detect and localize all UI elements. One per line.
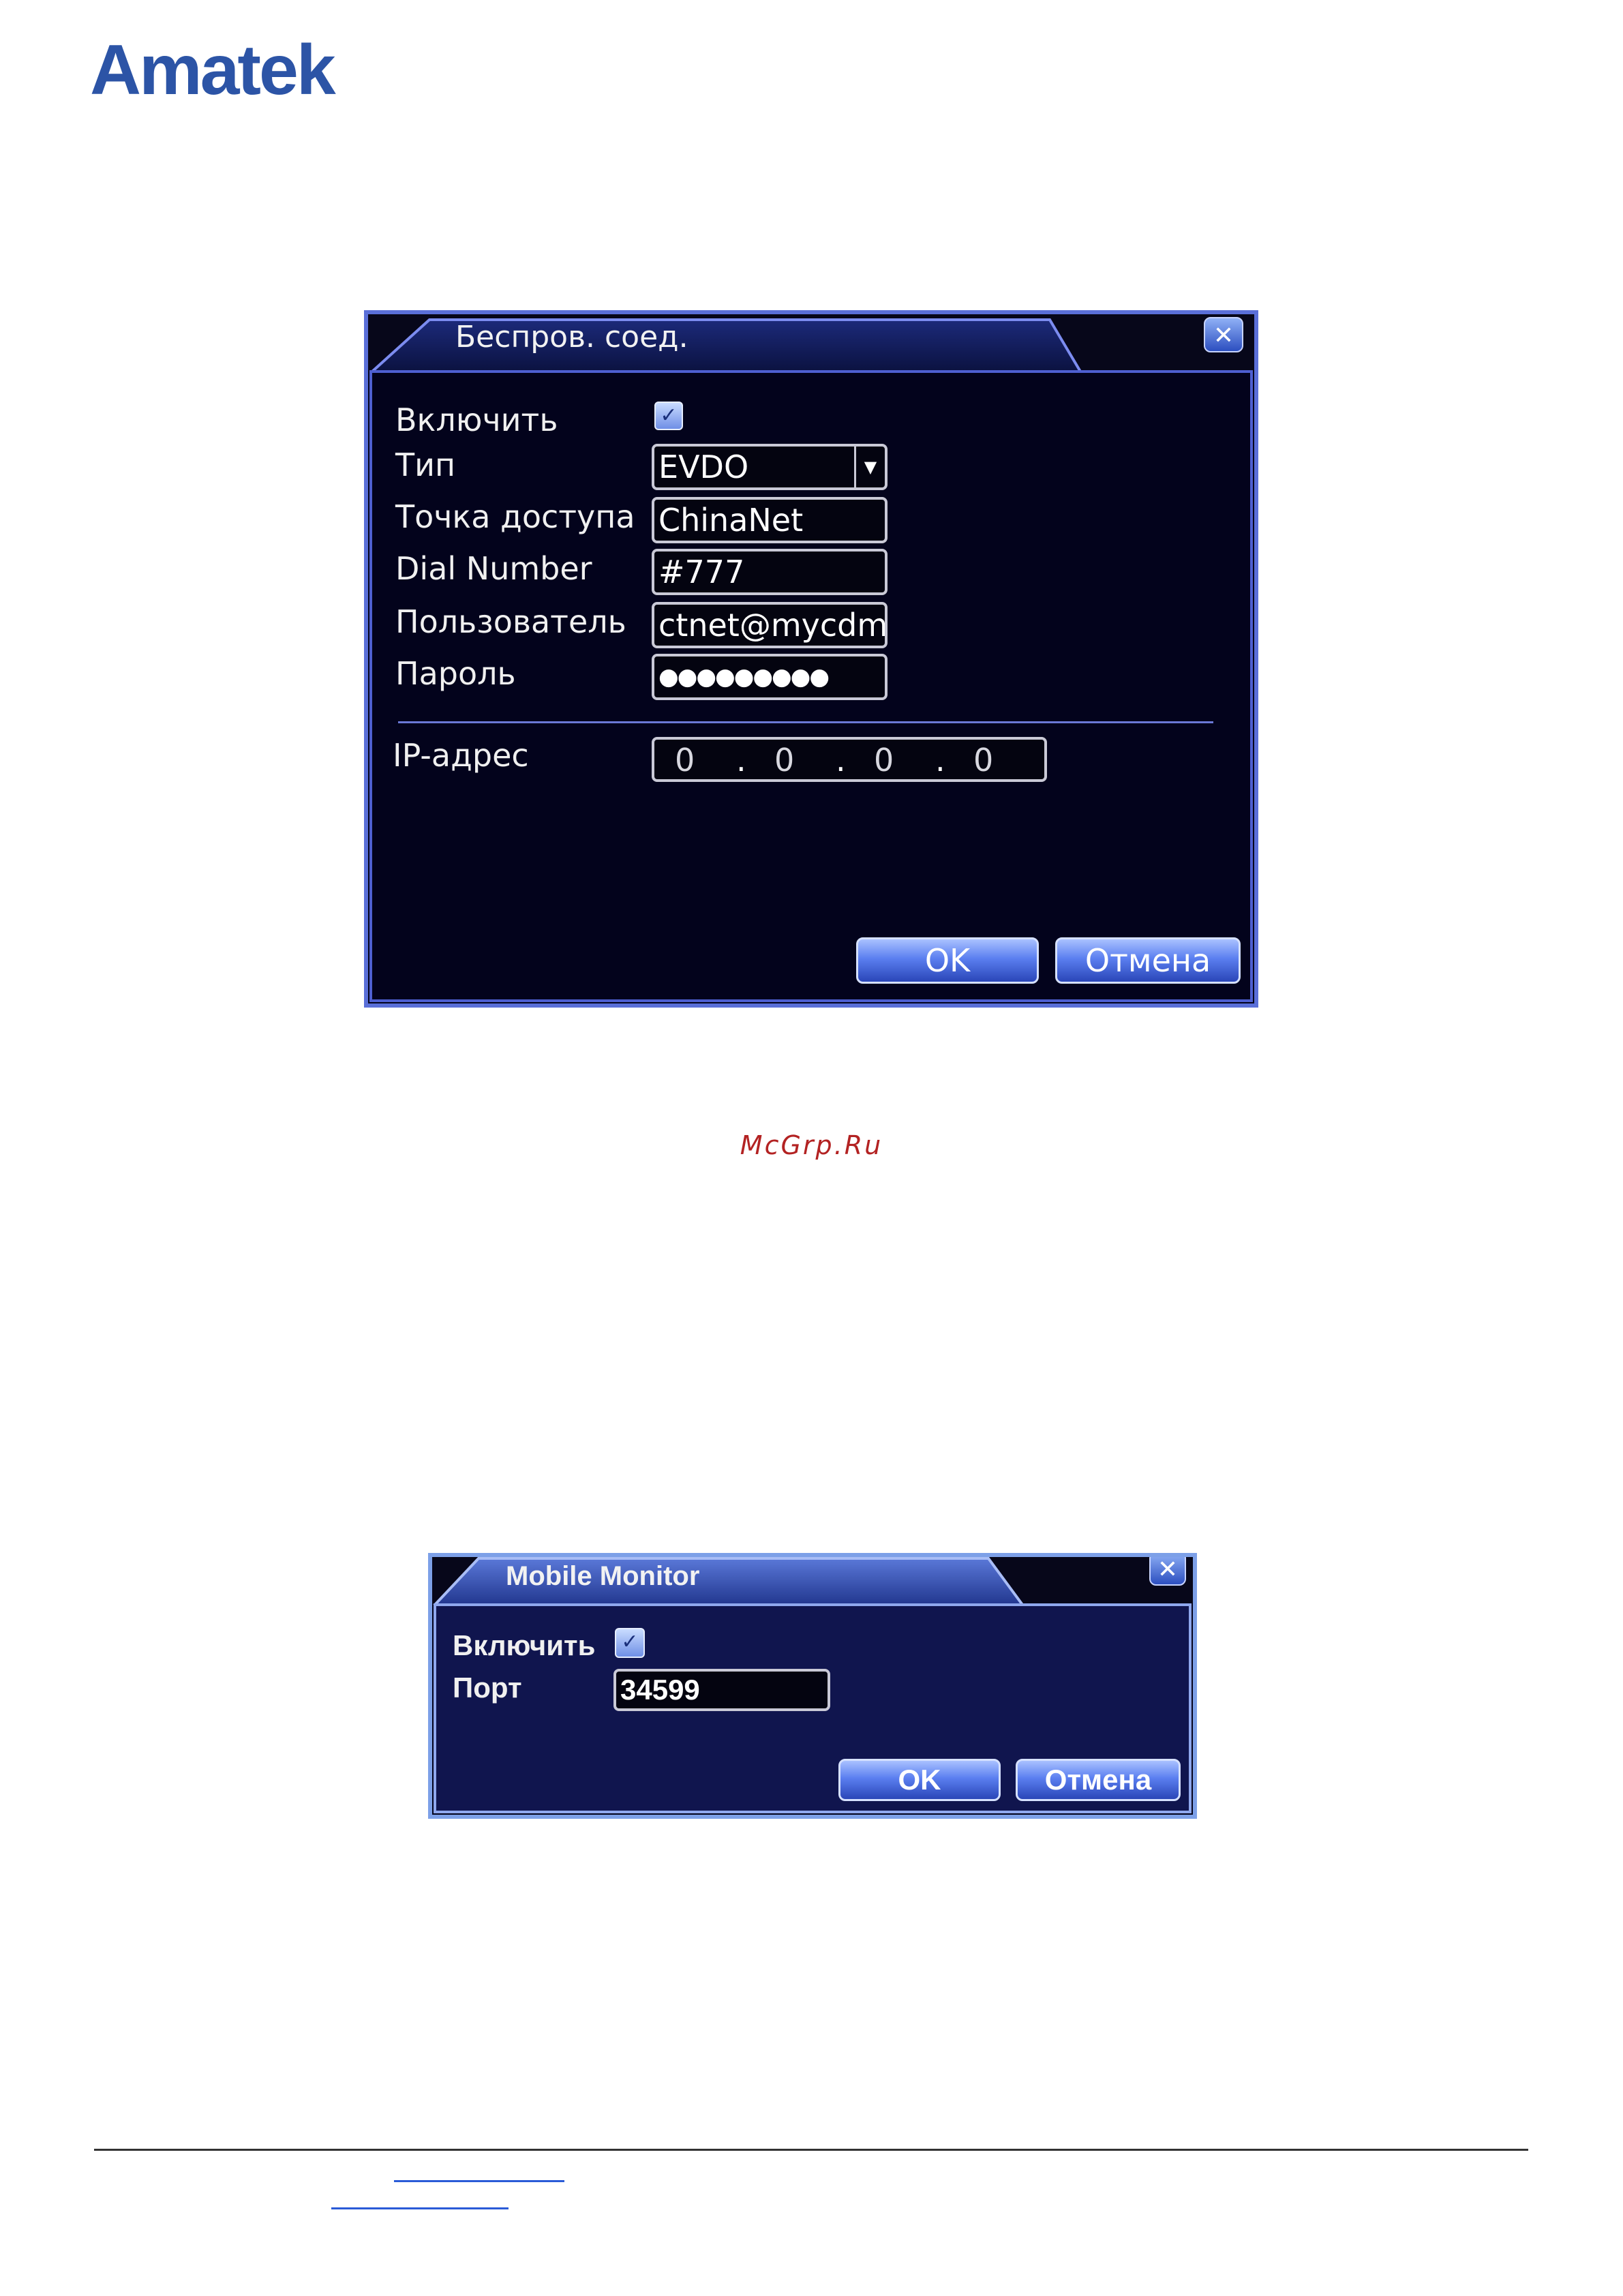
- dial-number-input[interactable]: #777: [652, 549, 888, 595]
- chevron-down-icon[interactable]: ▼: [854, 447, 885, 487]
- cancel-button[interactable]: Отмена: [1055, 937, 1241, 984]
- user-label: Пользователь: [395, 603, 626, 640]
- type-select-value: EVDO: [658, 449, 749, 485]
- close-icon[interactable]: ✕: [1204, 317, 1243, 352]
- amatek-logo: Amatek: [90, 31, 336, 110]
- ip-dot: .: [836, 742, 846, 779]
- type-label: Тип: [395, 447, 456, 483]
- ok-button[interactable]: OK: [838, 1759, 1001, 1801]
- ip-dot: .: [935, 742, 945, 779]
- ok-button[interactable]: OK: [856, 937, 1039, 984]
- close-icon[interactable]: ✕: [1149, 1557, 1186, 1586]
- enable-label: Включить: [395, 402, 558, 438]
- ip-address-input[interactable]: 0 . 0 . 0 . 0: [652, 737, 1047, 782]
- ip-dot: .: [736, 742, 746, 779]
- dialog-title: Mobile Monitor: [506, 1561, 700, 1591]
- enable-checkbox[interactable]: ✓: [654, 402, 683, 430]
- mobile-monitor-dialog: Mobile Monitor ✕ Включить ✓ Порт 34599 O…: [428, 1553, 1197, 1819]
- dial-number-label: Dial Number: [395, 550, 592, 587]
- dialog-titlebar: Mobile Monitor ✕: [432, 1557, 1193, 1605]
- apn-input[interactable]: ChinaNet: [652, 497, 888, 543]
- type-select[interactable]: EVDO ▼: [652, 444, 888, 490]
- password-input[interactable]: ●●●●●●●●●: [652, 654, 888, 700]
- ip-octet-2[interactable]: 0: [774, 740, 794, 779]
- enable-checkbox[interactable]: ✓: [615, 1628, 645, 1658]
- footer-link-underline[interactable]: [331, 2207, 509, 2209]
- watermark-caption: McGrp.Ru: [740, 1130, 883, 1160]
- user-input[interactable]: ctnet@mycdm: [652, 602, 888, 648]
- dialog-titlebar: Беспров. соед. ✕: [368, 314, 1254, 372]
- ip-octet-3[interactable]: 0: [874, 740, 894, 779]
- footer-divider: [94, 2149, 1528, 2151]
- footer-link-underline[interactable]: [394, 2180, 564, 2182]
- dialog-title: Беспров. соед.: [455, 320, 688, 354]
- port-label: Порт: [453, 1672, 522, 1704]
- section-divider: [398, 721, 1213, 723]
- enable-label: Включить: [453, 1629, 596, 1661]
- wireless-connection-dialog: Беспров. соед. ✕ Включить ✓ Тип EVDO ▼ Т…: [364, 310, 1258, 1008]
- ip-octet-4[interactable]: 0: [973, 740, 993, 779]
- cancel-button[interactable]: Отмена: [1016, 1759, 1181, 1801]
- ip-octet-1[interactable]: 0: [675, 740, 695, 779]
- ip-address-label: IP-адрес: [393, 737, 529, 774]
- apn-label: Точка доступа: [395, 498, 635, 535]
- password-label: Пароль: [395, 655, 516, 692]
- port-input[interactable]: 34599: [613, 1669, 830, 1711]
